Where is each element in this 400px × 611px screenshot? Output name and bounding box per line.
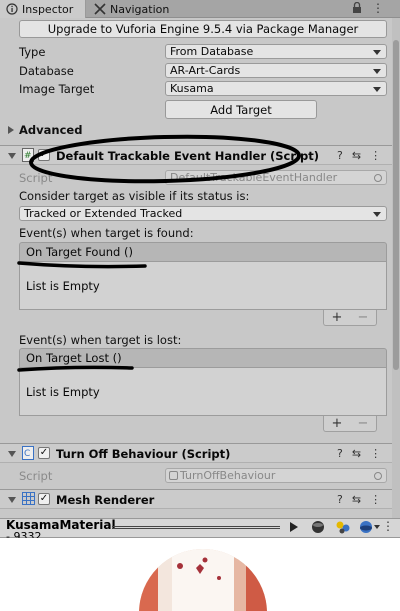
annotation-circle: [29, 134, 301, 184]
annotation-underline-found: [17, 261, 147, 269]
annotation-underline-lost: [17, 365, 134, 372]
annotation-overlay: [17, 134, 301, 372]
